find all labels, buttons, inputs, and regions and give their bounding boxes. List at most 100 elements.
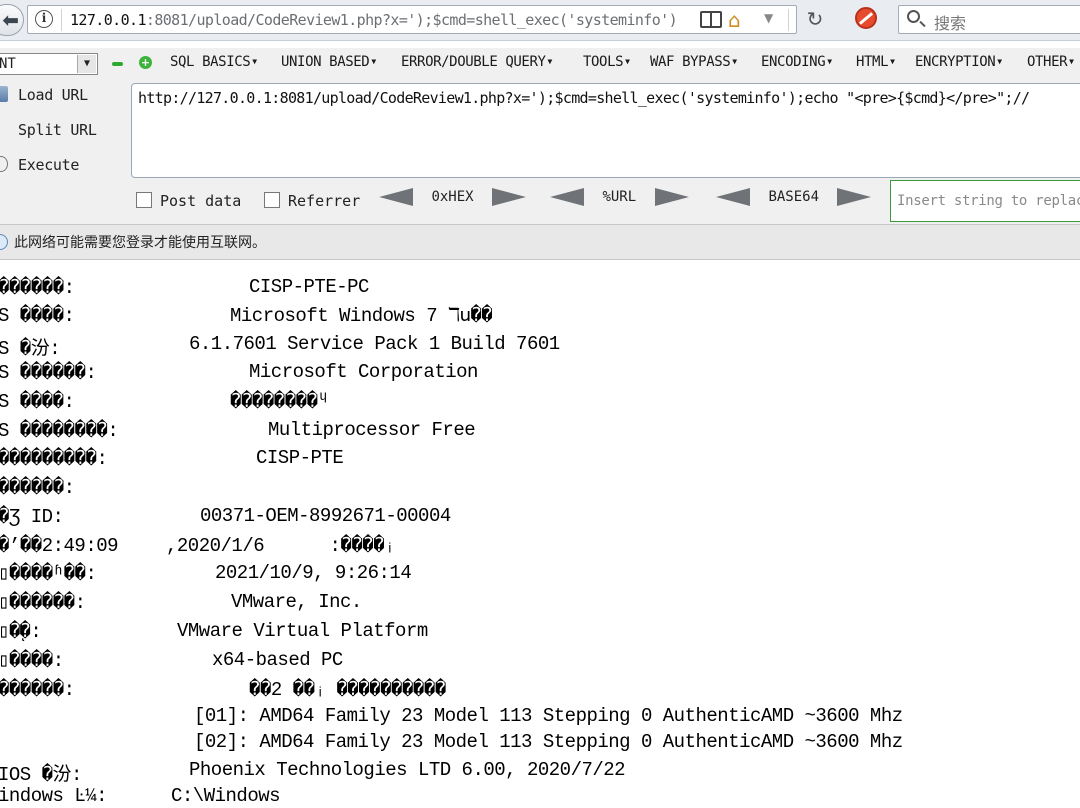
output-label: S ����: [0, 305, 75, 327]
url-encoder: %URL [550, 188, 689, 206]
post-data-label: Post data [160, 192, 242, 210]
menu-label: OTHER [1027, 54, 1068, 70]
caret-down-icon: ▼ [890, 57, 895, 66]
output-value: 2021/10/9, 9:26:14 [215, 562, 412, 584]
execute-icon [0, 156, 8, 172]
chevron-down-icon[interactable]: ▼ [764, 11, 773, 25]
output-value: CISP-PTE-PC [249, 276, 369, 298]
output-value: 00371-OEM-8992671-00004 [200, 505, 451, 527]
menu-label: ENCRYPTION [915, 54, 996, 70]
menu-encryption[interactable]: ENCRYPTION ▼ [915, 54, 1002, 70]
caret-down-icon: ▼ [732, 57, 737, 66]
menu-label: WAF BYPASS [650, 54, 731, 70]
menu-tools[interactable]: TOOLS ▼ [583, 54, 630, 70]
url-text[interactable]: 127.0.0.1:8081/upload/CodeReview1.php?x=… [70, 11, 680, 29]
chevron-down-icon[interactable]: ▼ [77, 55, 96, 73]
noscript-icon[interactable] [855, 7, 877, 29]
hex-encode-arrow-icon[interactable] [492, 188, 527, 206]
base64-label: BASE64 [768, 189, 820, 205]
output-label: S ������: [0, 362, 97, 384]
url-textarea-value: http://127.0.0.1:8081/upload/CodeReview1… [138, 89, 1030, 107]
menu-other[interactable]: OTHER ▼ [1027, 54, 1074, 70]
back-button[interactable]: ⬅ [0, 4, 24, 36]
navigation-bar: ⬅ i 127.0.0.1:8081/upload/CodeReview1.ph… [0, 0, 1080, 41]
reader-view-icon[interactable] [700, 11, 722, 28]
output-value: VMware Virtual Platform [177, 620, 428, 642]
url-decode-arrow-icon[interactable] [550, 188, 584, 206]
output-label: ▯������: [0, 592, 86, 614]
output-value: [01]: AMD64 Family 23 Model 113 Stepping… [194, 705, 903, 727]
url-textarea[interactable]: http://127.0.0.1:8081/upload/CodeReview1… [131, 83, 1080, 178]
caret-down-icon: ▼ [252, 57, 257, 66]
output-value: Microsoft Corporation [249, 361, 478, 383]
replace-input[interactable]: Insert string to replace [890, 180, 1080, 222]
search-input[interactable]: 搜索 [898, 5, 1080, 34]
home-icon[interactable]: ⌂ [728, 8, 741, 32]
plus-icon[interactable]: + [139, 56, 152, 69]
caret-down-icon: ▼ [371, 57, 376, 66]
base64-decode-arrow-icon[interactable] [716, 188, 750, 206]
hex-decode-arrow-icon[interactable] [379, 188, 413, 206]
hackbar-version-select[interactable]: NT ▼ [0, 53, 98, 75]
menu-union-based[interactable]: UNION BASED ▼ [281, 54, 376, 70]
output-label: indows Ŀ¼: [0, 785, 108, 807]
split-url-icon [0, 121, 8, 137]
load-url-label: Load URL [18, 86, 88, 104]
output-value: C:\Windows [171, 785, 281, 807]
execute-button[interactable]: Execute [0, 156, 79, 174]
reload-icon[interactable]: ↻ [800, 5, 830, 34]
load-url-button[interactable]: Load URL [0, 86, 88, 104]
url-host: 127.0.0.1 [70, 11, 146, 29]
menu-label: SQL BASICS [170, 54, 251, 70]
captive-portal-notice[interactable]: 此网络可能需要您登录才能使用互联网。 [0, 224, 1080, 260]
caret-down-icon: ▼ [827, 57, 832, 66]
output-value: 6.1.7601 Service Pack 1 Build 7601 [189, 333, 560, 355]
split-url-label: Split URL [18, 121, 97, 139]
load-url-icon [0, 86, 8, 102]
output-label: ������: [0, 277, 75, 299]
url-separator-right [788, 9, 789, 31]
search-icon [907, 10, 920, 23]
post-data-checkbox[interactable]: Post data [136, 192, 241, 210]
base64-encode-arrow-icon[interactable] [837, 188, 872, 206]
base64-encoder: BASE64 [716, 188, 872, 206]
select-value: NT [0, 56, 16, 72]
output-label: S �汾: [0, 338, 61, 360]
output-value: [02]: AMD64 Family 23 Model 113 Stepping… [194, 731, 903, 753]
split-url-button[interactable]: Split URL [0, 121, 97, 139]
menu-html[interactable]: HTML ▼ [856, 54, 895, 70]
output-value: ��������ᶣ [230, 391, 329, 413]
referrer-label: Referrer [288, 192, 361, 210]
execute-label: Execute [18, 156, 80, 174]
hackbar-panel: Load URL Split URL Execute http://127.0.… [0, 78, 1080, 224]
url-bar[interactable]: i 127.0.0.1:8081/upload/CodeReview1.php?… [27, 5, 797, 34]
output-label: IOS �汾: [0, 764, 82, 786]
url-encode-arrow-icon[interactable] [654, 188, 689, 206]
hex-label: 0xHEX [431, 189, 474, 205]
back-arrow-icon: ⬅ [2, 8, 19, 32]
checkbox-box[interactable] [136, 192, 152, 208]
output-value: x64-based PC [212, 649, 343, 671]
output-label: ������: [0, 679, 75, 701]
hackbar-toolbar: NT ▼ + SQL BASICS ▼ UNION BASED ▼ ERROR/DO… [0, 48, 1080, 78]
menu-sql-basics[interactable]: SQL BASICS ▼ [170, 54, 257, 70]
search-placeholder: 搜索 [934, 14, 967, 33]
site-info-icon[interactable]: i [35, 10, 53, 28]
output-label: ▯����: [0, 650, 64, 672]
menu-label: ERROR/DOUBLE QUERY [401, 54, 546, 70]
minus-icon[interactable] [112, 62, 123, 66]
output-label: �Ʒ ID: [0, 506, 64, 528]
menu-error-double-query[interactable]: ERROR/DOUBLE QUERY ▼ [401, 54, 552, 70]
caret-down-icon: ▼ [997, 57, 1002, 66]
output-value: Multiprocessor Free [268, 419, 476, 441]
menu-waf-bypass[interactable]: WAF BYPASS ▼ [650, 54, 737, 70]
output-value: CISP-PTE [256, 447, 344, 469]
checkbox-box[interactable] [264, 192, 280, 208]
menu-encoding[interactable]: ENCODING ▼ [761, 54, 832, 70]
referrer-checkbox[interactable]: Referrer [264, 192, 360, 210]
info-icon [0, 234, 8, 250]
output-label: �’��2:49:09 [0, 535, 119, 557]
output-value: VMware, Inc. [231, 591, 362, 613]
caret-down-icon: ▼ [547, 57, 553, 66]
hex-encoder: 0xHEX [379, 188, 527, 206]
